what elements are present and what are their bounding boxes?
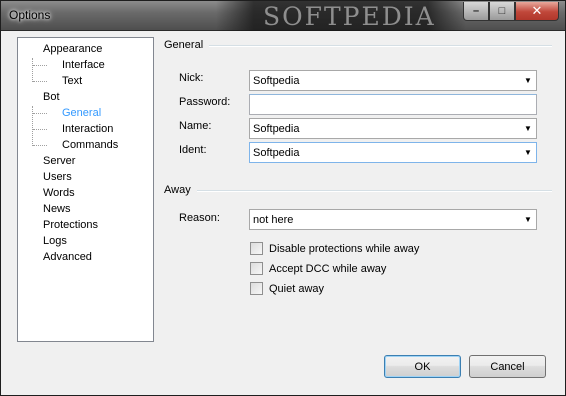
- nick-value: Softpedia: [253, 74, 300, 87]
- accept-dcc-checkbox-row[interactable]: Accept DCC while away: [250, 261, 386, 276]
- reason-label: Reason:: [179, 212, 220, 224]
- category-tree[interactable]: Appearance Interface Text Bot General In…: [17, 37, 154, 342]
- cancel-button[interactable]: Cancel: [469, 355, 546, 378]
- away-group-title: Away: [164, 184, 197, 196]
- general-group-title: General: [164, 39, 210, 51]
- nick-combo[interactable]: Softpedia ▼: [249, 70, 537, 91]
- tree-item-protections[interactable]: Protections: [42, 218, 99, 233]
- general-group-line: [164, 45, 552, 47]
- tree-connector: [33, 65, 47, 66]
- ident-label: Ident:: [179, 144, 207, 156]
- ident-combo[interactable]: Softpedia ▼: [249, 142, 537, 163]
- tree-connector: [33, 113, 47, 114]
- tree-item-interface[interactable]: Interface: [61, 58, 106, 73]
- name-combo[interactable]: Softpedia ▼: [249, 118, 537, 139]
- disable-protections-checkbox[interactable]: [250, 242, 263, 255]
- disable-protections-label[interactable]: Disable protections while away: [269, 243, 419, 255]
- tree-item-server[interactable]: Server: [42, 154, 76, 169]
- tree-item-interaction[interactable]: Interaction: [61, 122, 114, 137]
- chevron-down-icon[interactable]: ▼: [520, 71, 536, 90]
- dialog-client-area: Appearance Interface Text Bot General In…: [2, 31, 564, 395]
- tree-connector: [33, 129, 47, 130]
- watermark-text: SOFTPEDIA: [263, 2, 436, 31]
- quiet-away-label[interactable]: Quiet away: [269, 283, 324, 295]
- tree-connector: [32, 58, 33, 82]
- ident-value: Softpedia: [253, 146, 300, 159]
- tree-item-logs[interactable]: Logs: [42, 234, 68, 249]
- chevron-down-icon[interactable]: ▼: [520, 143, 536, 162]
- tree-item-news[interactable]: News: [42, 202, 72, 217]
- nick-label: Nick:: [179, 72, 204, 84]
- tree-item-general[interactable]: General: [61, 106, 102, 121]
- password-field[interactable]: [249, 94, 537, 115]
- title-bar[interactable]: SOFTPEDIA Options – □ ✕: [1, 1, 565, 31]
- tree-connector: [32, 106, 33, 146]
- window-title: Options: [9, 8, 51, 22]
- close-button[interactable]: ✕: [515, 2, 559, 21]
- tree-item-advanced[interactable]: Advanced: [42, 250, 93, 265]
- tree-item-commands[interactable]: Commands: [61, 138, 119, 153]
- away-group-line: [164, 190, 552, 192]
- chevron-down-icon[interactable]: ▼: [520, 119, 536, 138]
- tree-connector: [33, 145, 47, 146]
- maximize-button[interactable]: □: [489, 2, 515, 21]
- reason-combo[interactable]: not here ▼: [249, 209, 537, 230]
- password-label: Password:: [179, 96, 231, 108]
- window-controls: – □ ✕: [463, 2, 559, 21]
- reason-value: not here: [253, 213, 294, 226]
- minimize-button[interactable]: –: [463, 2, 489, 21]
- quiet-away-checkbox[interactable]: [250, 282, 263, 295]
- ok-button[interactable]: OK: [384, 355, 461, 378]
- tree-item-words[interactable]: Words: [42, 186, 76, 201]
- tree-connector: [33, 81, 47, 82]
- tree-item-users[interactable]: Users: [42, 170, 73, 185]
- tree-item-appearance[interactable]: Appearance: [42, 42, 103, 57]
- name-label: Name:: [179, 120, 212, 132]
- options-window: SOFTPEDIA Options – □ ✕ Appearance Inter…: [0, 0, 566, 396]
- name-value: Softpedia: [253, 122, 300, 135]
- chevron-down-icon[interactable]: ▼: [520, 210, 536, 229]
- accept-dcc-checkbox[interactable]: [250, 262, 263, 275]
- tree-item-bot[interactable]: Bot: [42, 90, 61, 105]
- quiet-away-checkbox-row[interactable]: Quiet away: [250, 281, 324, 296]
- disable-protections-checkbox-row[interactable]: Disable protections while away: [250, 241, 419, 256]
- accept-dcc-label[interactable]: Accept DCC while away: [269, 263, 386, 275]
- tree-item-text[interactable]: Text: [61, 74, 83, 89]
